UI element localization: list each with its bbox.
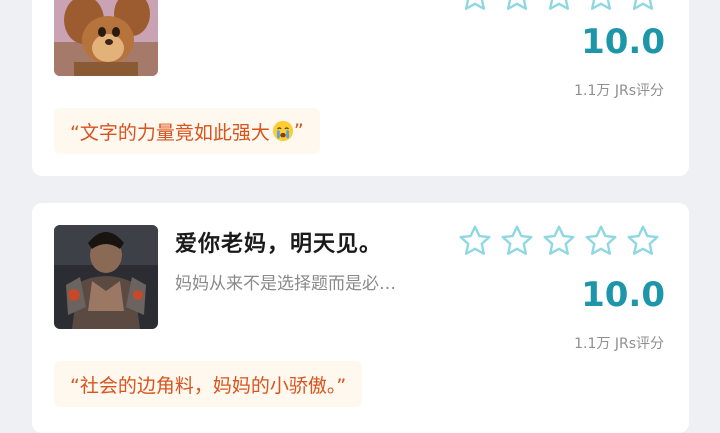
star-icon[interactable]	[625, 223, 661, 259]
score-value: 10.0	[581, 22, 665, 62]
star-icon[interactable]	[583, 223, 619, 259]
quote-end: ”	[293, 120, 304, 142]
quote-text: “社会的边角料，妈妈的小骄傲。”	[70, 374, 347, 397]
item-title[interactable]: 爱你老妈，明天见。	[175, 226, 382, 258]
rating-count: 1.1万 JRs评分	[574, 336, 664, 352]
game-character-image	[54, 225, 158, 329]
star-icon[interactable]	[499, 0, 535, 14]
rating-card[interactable]: 爱你老妈，明天见。 妈妈从来不是选择题而是必… 10.0 1.1万 JRs评分 …	[32, 203, 689, 433]
quote-banner[interactable]: “社会的边角料，妈妈的小骄傲。”	[54, 361, 363, 407]
score-value: 10.0	[581, 275, 665, 315]
star-icon[interactable]	[625, 0, 661, 14]
star-rating[interactable]	[457, 223, 661, 259]
item-description: 妈妈从来不是选择题而是必…	[175, 274, 396, 294]
thumbnail-image[interactable]	[54, 0, 158, 76]
star-rating[interactable]	[457, 0, 661, 14]
star-icon[interactable]	[583, 0, 619, 14]
star-icon[interactable]	[499, 223, 535, 259]
rating-count: 1.1万 JRs评分	[574, 83, 664, 99]
cartoon-mouse-image	[54, 0, 158, 76]
quote-banner[interactable]: “文字的力量竟如此强大 ”	[54, 108, 320, 154]
star-icon[interactable]	[541, 0, 577, 14]
crying-emoji-icon	[272, 120, 294, 142]
rating-card[interactable]: 10.0 1.1万 JRs评分 “文字的力量竟如此强大 ”	[32, 0, 689, 176]
star-icon[interactable]	[457, 0, 493, 14]
star-icon[interactable]	[457, 223, 493, 259]
quote-text: “文字的力量竟如此强大	[70, 121, 270, 144]
thumbnail-image[interactable]	[54, 225, 158, 329]
star-icon[interactable]	[541, 223, 577, 259]
